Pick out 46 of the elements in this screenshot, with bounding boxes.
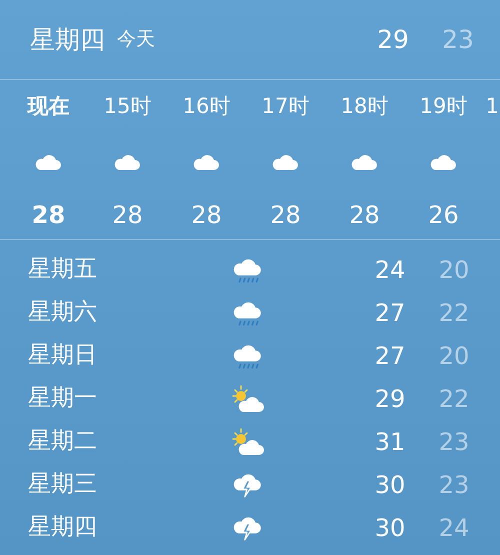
low-temperature: 24	[438, 512, 470, 544]
low-temperature: 23	[438, 470, 470, 500]
day-name: 星期五	[28, 255, 98, 284]
day-name: 星期六	[28, 298, 98, 328]
high-temperature: 27	[374, 298, 406, 328]
hour-temperature: 28	[112, 200, 143, 231]
hour-temperature: 28	[191, 200, 222, 231]
cloud-icon	[34, 154, 62, 171]
hour-temperature: 28	[32, 200, 66, 231]
hour-label: 17时	[262, 93, 310, 120]
cloud-icon	[272, 154, 300, 171]
high-temperature: 24	[374, 254, 406, 286]
high-temperature: 30	[374, 512, 406, 544]
cloud-icon	[114, 154, 142, 171]
high-temperature: 31	[374, 426, 406, 458]
sun-cloud-icon	[230, 384, 266, 412]
low-temperature: 23	[438, 426, 470, 458]
low-temperature: 22	[438, 298, 470, 328]
hour-temperature: 28	[349, 200, 380, 231]
high-temperature: 29	[376, 24, 410, 56]
low-temperature: 20	[438, 254, 470, 286]
day-name: 星期三	[28, 470, 98, 500]
low-temperature: 22	[438, 384, 470, 414]
day-name: 星期日	[28, 341, 98, 370]
sun-cloud-icon	[230, 428, 266, 456]
cloud-icon	[192, 154, 220, 171]
high-temperature: 30	[374, 470, 406, 500]
hour-temperature: 28	[270, 200, 301, 231]
day-name: 星期二	[28, 427, 98, 456]
high-temperature: 29	[374, 384, 406, 414]
day-name: 星期一	[28, 384, 98, 414]
day-name: 星期四	[28, 513, 98, 542]
hour-label: 18时	[340, 93, 388, 120]
low-temperature: 20	[438, 340, 470, 372]
day-name: 星期四	[30, 24, 105, 56]
hour-label: 16时	[182, 93, 230, 120]
hour-label: 现在	[28, 93, 70, 120]
hour-label: 19时	[420, 93, 468, 120]
low-temperature: 23	[441, 24, 475, 56]
cloud-icon	[430, 154, 458, 171]
hour-label: 1	[486, 93, 499, 120]
high-temperature: 27	[374, 340, 406, 372]
cloud-icon	[350, 154, 378, 171]
hour-label: 15时	[104, 93, 152, 120]
hour-temperature: 26	[428, 200, 459, 231]
today-label: 今天	[117, 27, 156, 52]
